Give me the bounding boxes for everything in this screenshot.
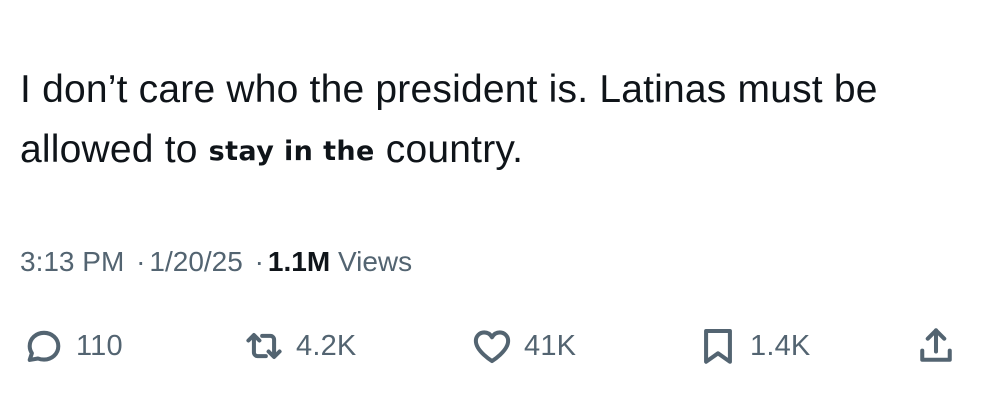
bookmark-count: 1.4K (750, 329, 811, 362)
tweet-text-line-2: allowed to stay in the country. (20, 120, 980, 182)
reply-button[interactable]: 110 (22, 318, 123, 374)
retweet-count: 4.2K (296, 329, 357, 362)
share-icon (914, 324, 958, 368)
views-count: 1.1M (267, 246, 331, 277)
views-label: Views (337, 246, 413, 277)
tweet-detail: I don’t care who the president is. Latin… (0, 0, 1000, 408)
share-button[interactable] (914, 318, 958, 374)
tweet-time[interactable]: 3:13 PM (20, 246, 124, 277)
meta-separator: · (136, 246, 146, 277)
retweet-button[interactable]: 4.2K (242, 318, 356, 374)
reply-count: 110 (76, 329, 123, 362)
bookmark-icon (696, 324, 740, 368)
tweet-action-bar: 110 4.2K 41K 1.4K (0, 318, 1000, 374)
tweet-text-line-2-start: allowed to (20, 128, 209, 171)
like-button[interactable]: 41K (470, 318, 576, 374)
tweet-text-line-1: I don’t care who the president is. Latin… (20, 68, 878, 111)
meta-separator: · (254, 246, 264, 277)
like-count: 41K (524, 329, 577, 362)
retweet-icon (242, 324, 286, 368)
tweet-text-bold-phrase: stay in the (208, 136, 375, 167)
tweet-date[interactable]: 1/20/25 (149, 246, 242, 277)
bookmark-button[interactable]: 1.4K (696, 318, 810, 374)
tweet-text-line-2-end: country. (374, 128, 524, 171)
tweet-text: I don’t care who the president is. Latin… (20, 60, 980, 182)
heart-icon (470, 324, 514, 368)
reply-icon (22, 324, 66, 368)
tweet-metadata: 3:13 PM · 1/20/25 · 1.1M Views (20, 242, 412, 282)
